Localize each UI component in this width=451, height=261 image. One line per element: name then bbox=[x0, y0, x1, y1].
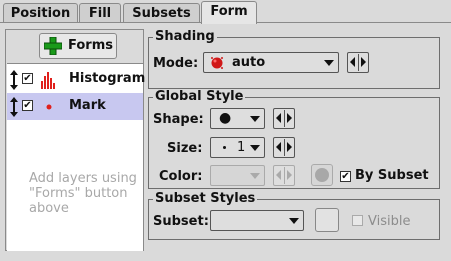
subset-color-button[interactable] bbox=[315, 208, 339, 232]
mode-select[interactable]: auto bbox=[203, 52, 339, 73]
right-arrow-icon bbox=[287, 170, 292, 180]
right-arrow-icon bbox=[361, 57, 366, 67]
mode-label: Mode: bbox=[153, 56, 199, 71]
group-title: Subset Styles bbox=[153, 191, 258, 206]
color-chooser-button[interactable] bbox=[311, 164, 333, 186]
auto-shading-icon bbox=[211, 57, 223, 69]
empty-hint-text: Add layers using "Forms" button above bbox=[29, 171, 137, 216]
color-stepper[interactable] bbox=[273, 165, 295, 186]
layer-label: Mark bbox=[69, 98, 106, 113]
color-label: Color: bbox=[159, 169, 203, 184]
left-arrow-icon bbox=[276, 113, 281, 123]
subset-label: Subset: bbox=[153, 214, 209, 229]
tab-subsets[interactable]: Subsets bbox=[123, 3, 200, 22]
mode-stepper[interactable] bbox=[347, 52, 369, 73]
chevron-down-icon bbox=[324, 60, 334, 66]
visible-checkbox[interactable] bbox=[352, 215, 363, 226]
layer-panel: Forms ✔ Histogram ✔ Mark Add layers usin… bbox=[5, 29, 146, 251]
chevron-down-icon bbox=[250, 145, 260, 151]
size-select[interactable]: 1 bbox=[210, 137, 265, 158]
group-title: Global Style bbox=[153, 89, 246, 104]
size-value: 1 bbox=[237, 140, 246, 155]
shape-stepper[interactable] bbox=[273, 108, 295, 129]
by-subset-label: By Subset bbox=[355, 168, 429, 183]
by-subset-checkbox[interactable]: ✔ bbox=[340, 171, 351, 182]
size-label: Size: bbox=[167, 141, 203, 156]
layer-row-histogram[interactable]: ✔ Histogram bbox=[7, 66, 146, 93]
left-arrow-icon bbox=[276, 142, 281, 152]
visible-label: Visible bbox=[368, 214, 411, 229]
mode-value: auto bbox=[232, 55, 266, 70]
layer-checkbox[interactable]: ✔ bbox=[22, 100, 33, 111]
global-style-group: Global Style Shape: ● Size: 1 Color: ✔ B… bbox=[148, 89, 440, 189]
shading-group: Shading Mode: auto bbox=[148, 29, 440, 89]
tab-bar: Position Fill Subsets Form bbox=[0, 0, 451, 24]
subset-select[interactable] bbox=[210, 210, 304, 231]
chevron-down-icon bbox=[250, 116, 260, 122]
shape-label: Shape: bbox=[153, 112, 204, 127]
size-stepper[interactable] bbox=[273, 137, 295, 158]
chevron-down-icon bbox=[250, 173, 260, 179]
mark-icon bbox=[46, 104, 52, 110]
plus-icon bbox=[44, 37, 62, 55]
left-arrow-icon bbox=[276, 170, 281, 180]
layer-checkbox[interactable]: ✔ bbox=[22, 73, 33, 84]
drag-handle-icon[interactable] bbox=[9, 97, 19, 117]
drag-handle-icon[interactable] bbox=[9, 70, 19, 90]
layer-row-mark[interactable]: ✔ Mark bbox=[7, 93, 143, 120]
histogram-icon bbox=[41, 72, 55, 89]
left-arrow-icon bbox=[350, 57, 355, 67]
color-swatch-icon bbox=[315, 168, 329, 182]
layer-list: ✔ Histogram ✔ Mark Add layers using "For bbox=[7, 63, 146, 251]
tab-fill[interactable]: Fill bbox=[79, 3, 121, 22]
size-dot-icon bbox=[223, 146, 226, 149]
add-forms-button[interactable]: Forms bbox=[39, 33, 117, 59]
tab-position[interactable]: Position bbox=[3, 3, 78, 22]
chevron-down-icon bbox=[289, 218, 299, 224]
shape-value: ● bbox=[219, 110, 232, 126]
right-arrow-icon bbox=[287, 142, 292, 152]
forms-button-label: Forms bbox=[68, 38, 113, 53]
tab-form[interactable]: Form bbox=[201, 1, 257, 24]
subset-styles-group: Subset Styles Subset: Visible bbox=[148, 191, 440, 240]
color-select[interactable] bbox=[210, 165, 265, 186]
group-title: Shading bbox=[153, 29, 217, 44]
layer-label: Histogram bbox=[69, 71, 146, 86]
right-arrow-icon bbox=[287, 113, 292, 123]
shape-select[interactable]: ● bbox=[210, 108, 265, 129]
